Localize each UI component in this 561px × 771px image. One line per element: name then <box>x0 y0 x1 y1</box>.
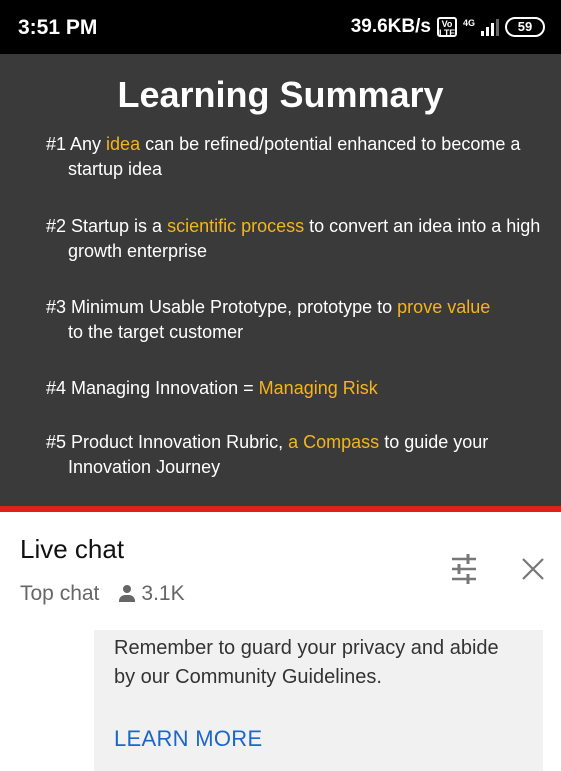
status-bar: 3:51 PM 39.6KB/s Vo LTE 4G 59 <box>0 0 561 54</box>
summary-point-4: #4 Managing Innovation = Managing Risk <box>46 378 378 398</box>
chat-mode-selector[interactable]: Top chat 3.1K <box>20 582 185 606</box>
live-chat-title: Live chat <box>20 534 125 564</box>
viewer-count: 3.1K <box>141 582 185 605</box>
summary-point-1: #1 Any idea can be refined/potential enh… <box>46 134 521 179</box>
close-icon[interactable] <box>518 554 548 584</box>
tune-icon[interactable] <box>450 552 478 586</box>
battery-icon: 59 <box>505 17 545 37</box>
summary-point-5: #5 Product Innovation Rubric, a Compass … <box>46 432 489 477</box>
summary-point-3: #3 Minimum Usable Prototype, prototype t… <box>46 297 491 342</box>
network-speed: 39.6KB/s <box>350 16 431 37</box>
slide-title: Learning Summary <box>117 74 444 115</box>
video-player[interactable]: Learning Summary #1 Any idea can be refi… <box>0 54 561 506</box>
signal-icon <box>481 18 499 36</box>
live-chat-header: Live chat Top chat 3.1K <box>0 512 561 630</box>
notice-text: Remember to guard your privacy and abide… <box>114 637 499 688</box>
status-time: 3:51 PM <box>18 16 98 39</box>
live-chat-body: Remember to guard your privacy and abide… <box>0 630 561 771</box>
chat-mode-label: Top chat <box>20 582 100 605</box>
volte-icon: Vo LTE <box>436 17 457 38</box>
person-icon <box>119 585 136 603</box>
summary-point-2: #2 Startup is a scientific process to co… <box>46 216 541 261</box>
network-type: 4G <box>462 17 475 28</box>
learn-more-link[interactable]: LEARN MORE <box>114 726 262 752</box>
status-icons: 39.6KB/s Vo LTE 4G 59 <box>351 16 545 38</box>
community-guidelines-notice: Remember to guard your privacy and abide… <box>94 630 543 771</box>
